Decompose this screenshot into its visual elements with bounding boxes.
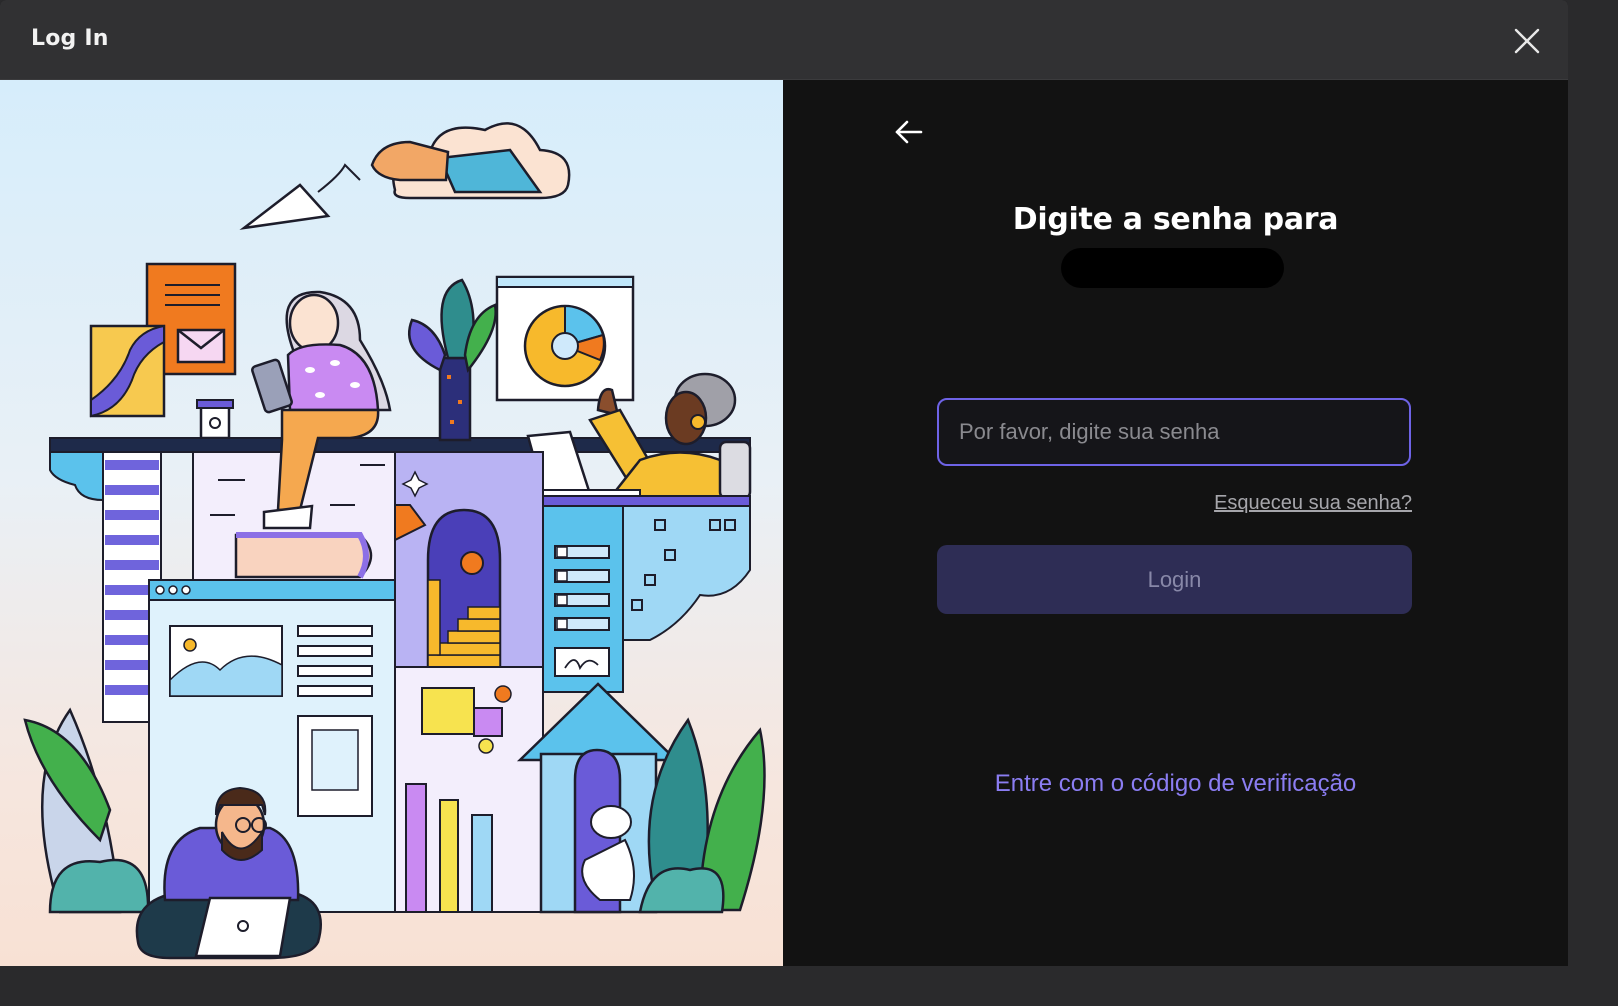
back-button[interactable] [893,118,925,146]
title-bar: Log In [0,0,1568,80]
password-input[interactable] [937,398,1411,466]
redacted-account-name [1061,248,1284,288]
forgot-password-link[interactable]: Esqueceu sua senha? [1200,492,1412,515]
arrow-left-icon[interactable] [893,118,925,146]
page-title: Digite a senha para [1012,202,1339,237]
close-icon[interactable] [1508,22,1546,60]
window-title: Log In [31,26,109,51]
login-dialog: Log In Digite a senha para Esqueceu sua … [0,0,1568,966]
workspace-illustration [23,122,766,960]
login-panel: Digite a senha para Esqueceu sua senha? … [783,80,1568,966]
close-button[interactable] [1508,22,1546,60]
login-illustration [0,80,783,966]
login-button[interactable]: Login [937,545,1412,614]
verification-code-link[interactable]: Entre com o código de verificação [783,770,1568,798]
